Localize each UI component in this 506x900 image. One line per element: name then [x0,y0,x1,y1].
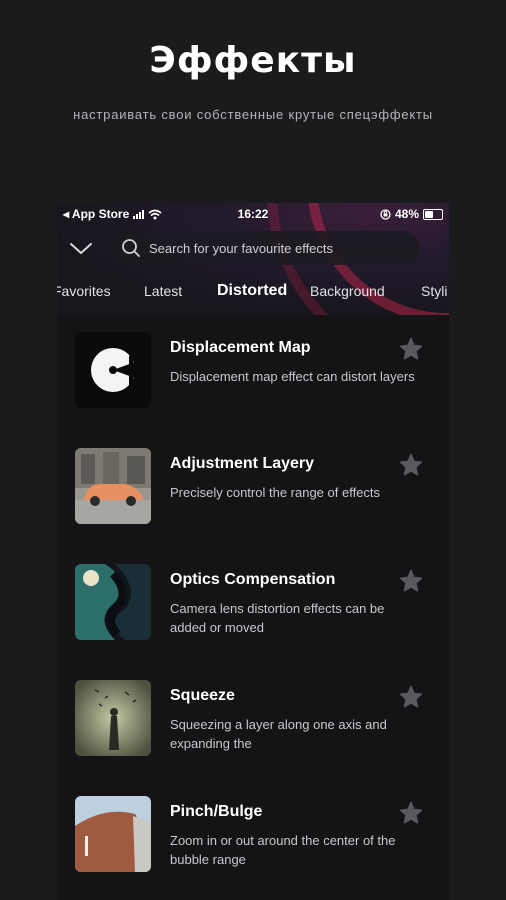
effect-title: Optics Compensation [170,571,336,588]
effect-thumbnail [75,796,151,872]
effect-title: Squeeze [170,687,235,704]
effect-description: Squeezing a layer along one axis and exp… [170,717,387,751]
favorite-star-icon[interactable] [399,801,423,825]
effect-description: Precisely control the range of effects [170,485,381,500]
effect-thumbnail [75,564,151,640]
chevron-down-icon[interactable] [69,237,93,261]
status-bar: ◂ App Store 16:22 48% [57,203,449,225]
category-tabs: Favorites Latest Distorted Background St… [57,279,449,305]
effect-item-optics-compensation[interactable]: Optics Compensation Camera lens distorti… [75,547,435,640]
orientation-lock-icon [380,208,391,220]
effect-thumbnail [75,332,151,408]
search-bar[interactable] [111,231,419,265]
effect-item-pinch-bulge[interactable]: Pinch/Bulge Zoom in or out around the ce… [75,779,435,872]
tab-background[interactable]: Background [310,283,385,299]
battery-icon [423,208,443,220]
battery-percent: 48% [394,207,419,221]
tab-distorted[interactable]: Distorted [217,282,287,300]
effect-thumbnail [75,680,151,756]
effect-title: Displacement Map [170,339,311,356]
promo-subtitle: настраивать свои собственные крутые спец… [73,107,433,122]
tab-favorites[interactable]: Favorites [57,283,111,299]
effect-description: Camera lens distortion effects can be ad… [170,601,385,635]
tab-latest[interactable]: Latest [144,283,182,299]
promo-title: Эффекты [149,40,357,81]
tab-styli[interactable]: Styli [421,283,447,299]
nav-row [57,231,449,267]
favorite-star-icon[interactable] [399,685,423,709]
effect-thumbnail [75,448,151,524]
effect-item-squeeze[interactable]: Squeeze Squeezing a layer along one axis… [75,663,435,756]
favorite-star-icon[interactable] [399,569,423,593]
effect-description: Displacement map effect can distort laye… [170,369,415,384]
effect-item-adjustment-layery[interactable]: Adjustment Layery Precisely control the … [75,431,435,524]
effect-item-displacement-map[interactable]: Displacement Map Displacement map effect… [75,315,435,408]
header-background: ◂ App Store 16:22 48% Search for your fa… [57,203,449,315]
favorite-star-icon[interactable] [399,337,423,361]
favorite-star-icon[interactable] [399,453,423,477]
search-icon [122,239,140,257]
effect-description: Zoom in or out around the center of the … [170,833,396,867]
search-input[interactable] [149,240,419,256]
phone-screen: ◂ App Store 16:22 48% Search for your fa… [57,203,449,900]
status-right: 48% [380,207,443,221]
effect-title: Adjustment Layery [170,455,315,472]
effect-title: Pinch/Bulge [170,803,263,820]
